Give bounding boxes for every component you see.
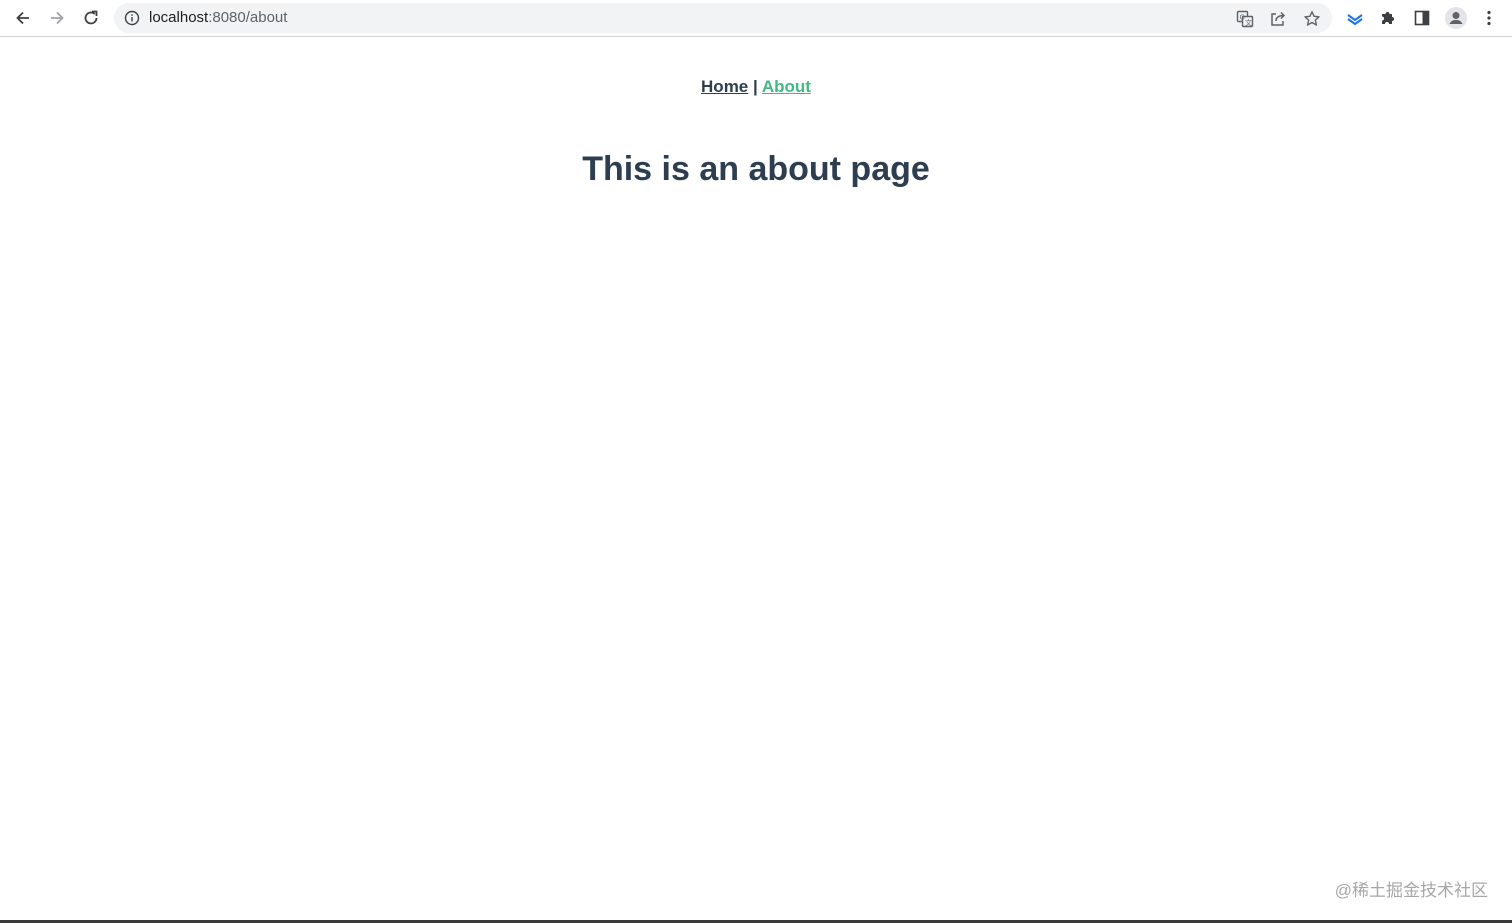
forward-button[interactable]	[44, 5, 70, 31]
url-host: localhost	[149, 9, 209, 26]
profile-icon[interactable]	[1444, 6, 1468, 30]
star-icon[interactable]	[1301, 8, 1323, 30]
watermark: @稀土掘金技术社区	[1334, 881, 1488, 900]
reload-icon	[84, 10, 98, 25]
extension-layers-icon[interactable]	[1343, 6, 1367, 30]
back-button[interactable]	[10, 5, 36, 31]
browser-toolbar: localhost:8080/about G 文	[0, 0, 1512, 37]
page-content: Home | About This is an about page	[0, 38, 1512, 920]
app-nav: Home | About	[0, 77, 1512, 97]
home-link[interactable]: Home	[701, 77, 748, 96]
reload-button[interactable]	[78, 5, 104, 31]
translate-icon[interactable]: G 文	[1234, 8, 1256, 30]
url-path: :8080/about	[208, 9, 288, 26]
nav-separator: |	[753, 77, 758, 96]
svg-text:文: 文	[1245, 18, 1252, 27]
share-icon[interactable]	[1267, 8, 1289, 30]
forward-arrow-icon	[51, 11, 64, 25]
page-title: This is an about page	[582, 150, 930, 188]
url-text[interactable]: localhost:8080/about	[149, 10, 287, 26]
side-panel-icon[interactable]	[1410, 6, 1434, 30]
menu-dots-icon[interactable]	[1477, 6, 1501, 30]
address-bar[interactable]: localhost:8080/about G 文	[114, 3, 1332, 33]
about-link[interactable]: About	[762, 77, 811, 96]
info-icon[interactable]	[124, 10, 140, 26]
puzzle-icon[interactable]	[1376, 6, 1400, 30]
back-arrow-icon	[16, 11, 29, 25]
